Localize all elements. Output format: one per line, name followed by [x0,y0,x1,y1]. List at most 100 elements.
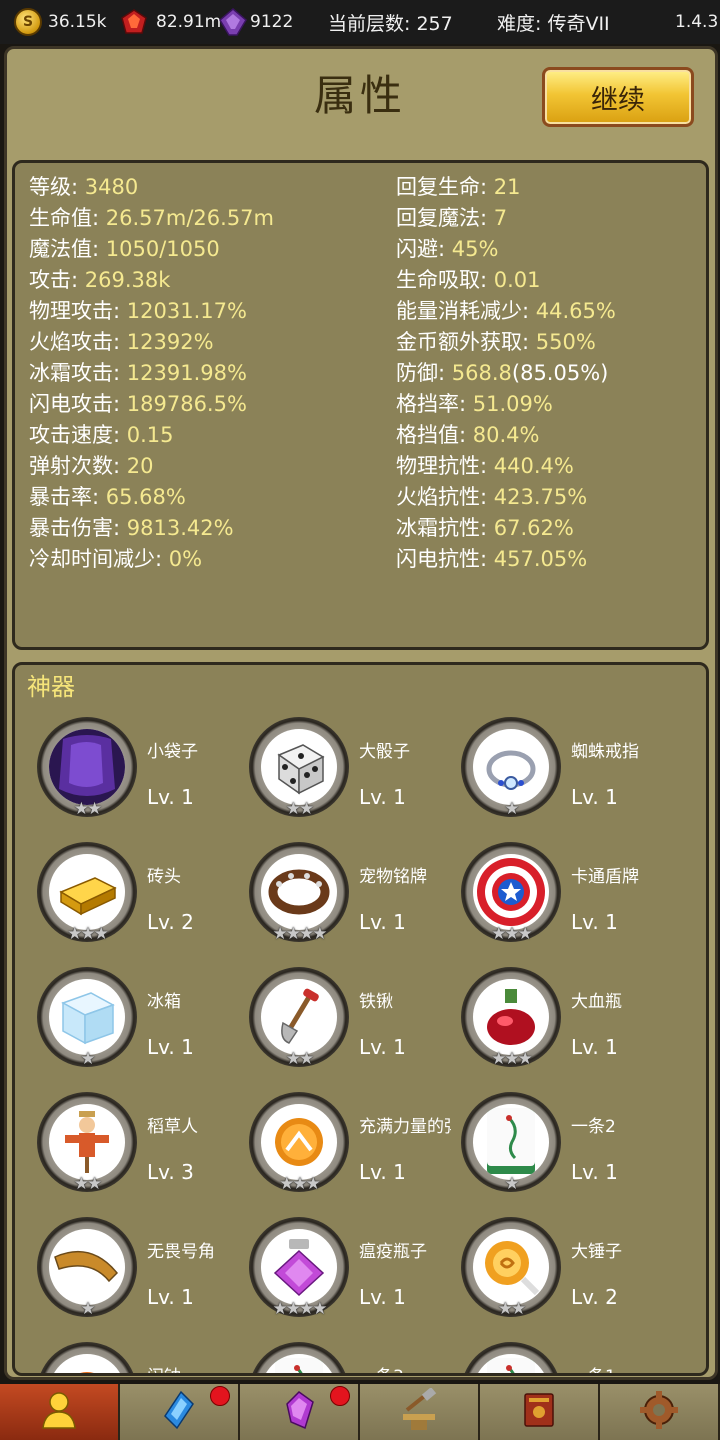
stat-row: 能量消耗减少: 44.65% [396,295,616,325]
anvil-icon [397,1387,441,1436]
stat-value: 12031.17% [126,299,247,323]
artifact-level: Lv. 1 [571,1160,618,1184]
gold-coin-icon: S [14,8,42,36]
hammer-icon [473,1229,549,1305]
notification-badge [210,1386,230,1406]
artifact-item[interactable]: ★★ 稻草人 Lv. 3 [15,1092,227,1202]
star-rating: ★ [80,1049,95,1069]
star-rating: ★★★ [491,924,533,944]
stat-extra: (85.05%) [511,361,609,385]
stat-value: 1050/1050 [105,237,220,261]
artifact-name: 闹钟 [147,1362,239,1373]
artifact-level: Lv. 1 [359,1285,406,1309]
stat-value: 189786.5% [126,392,247,416]
artifact-item[interactable]: ★★★★ 瘟疫瓶子 Lv. 1 [227,1217,439,1327]
artifact-name: 充满力量的弹 [359,1117,451,1137]
shovel-icon [261,979,337,1055]
stat-label: 闪电攻击: [29,392,127,416]
artifact-frame [37,1342,137,1373]
gold-brick-icon [49,854,125,930]
stat-row: 生命值: 26.57m/26.57m [29,202,274,232]
mahjong-tile-icon [473,1104,549,1180]
bottom-tab[interactable] [120,1384,240,1440]
stat-value: 12391.98% [126,361,247,385]
purple-bag-icon [49,729,125,805]
stat-label: 金币额外获取: [396,330,536,354]
stat-label: 暴击伤害: [29,516,127,540]
artifact-item[interactable]: ★★ 大锤子 Lv. 2 [439,1217,651,1327]
ring-icon [473,729,549,805]
artifact-name: 宠物铭牌 [359,867,427,887]
bottom-tab[interactable] [360,1384,480,1440]
shield-icon [473,854,549,930]
stat-row: 回复魔法: 7 [396,202,507,232]
stat-row: 闪电抗性: 457.05% [396,543,587,573]
artifact-name: 铁锹 [359,992,393,1012]
stat-value: 457.05% [493,547,588,571]
stat-row: 攻击: 269.38k [29,264,170,294]
artifact-level: Lv. 1 [571,1035,618,1059]
stat-value: 0.15 [126,423,174,447]
star-rating: ★★★ [67,924,109,944]
ice-cube-icon [49,979,125,1055]
artifact-level: Lv. 1 [571,785,618,809]
artifacts-title: 神器 [27,673,75,701]
artifact-item[interactable]: ★★ 大骰子 Lv. 1 [227,717,439,827]
stat-label: 攻击速度: [29,423,127,447]
artifact-item[interactable]: ★★ 小袋子 Lv. 1 [15,717,227,827]
artifact-name: 砖头 [147,867,181,887]
artifact-level: Lv. 1 [147,1035,194,1059]
book-icon [519,1390,559,1434]
artifact-item[interactable]: ★★★ 卡通盾牌 Lv. 1 [439,842,651,952]
star-rating: ★★ [73,1174,102,1194]
artifact-item[interactable]: ★ 一条2 Lv. 1 [439,1092,651,1202]
artifact-item[interactable]: ★ 蜘蛛戒指 Lv. 1 [439,717,651,827]
version-label: 1.4.3 [675,12,719,32]
stat-value: 67.62% [493,516,574,540]
artifact-level: Lv. 1 [359,1035,406,1059]
stat-label: 物理攻击: [29,299,127,323]
artifact-name: 卡通盾牌 [571,867,639,887]
gear-icon [639,1390,679,1434]
star-rating: ★ [80,1299,95,1319]
artifact-name: 大锤子 [571,1242,622,1262]
artifact-name: 无畏号角 [147,1242,215,1262]
artifact-item[interactable]: 一条3 [227,1342,439,1373]
potion-icon [473,979,549,1055]
artifact-item[interactable]: ★ 冰箱 Lv. 1 [15,967,227,1077]
stat-label: 弹射次数: [29,454,127,478]
stat-value: 3480 [84,175,139,199]
bottom-tab[interactable] [480,1384,600,1440]
stat-label: 火焰抗性: [396,485,494,509]
star-rating: ★★★★ [272,924,328,944]
continue-button[interactable]: 继续 [542,67,694,127]
stat-row: 火焰抗性: 423.75% [396,481,587,511]
artifact-item[interactable]: 一条1 [439,1342,651,1373]
stats-box: 等级: 3480 生命值: 26.57m/26.57m 魔法值: 1050/1050… [12,160,709,650]
artifact-item[interactable]: ★★★ 砖头 Lv. 2 [15,842,227,952]
stat-row: 生命吸取: 0.01 [396,264,541,294]
stat-row: 物理攻击: 12031.17% [29,295,247,325]
bottom-tab[interactable] [240,1384,360,1440]
top-resource-bar: S 36.15k 82.91m 9122 当前层数: 257 难度: 传奇VII… [0,0,720,44]
stat-value: 9813.42% [126,516,234,540]
character-icon [39,1390,79,1434]
artifact-name: 一条1 [571,1362,663,1373]
artifact-item[interactable]: 闹钟 [15,1342,227,1373]
stat-row: 防御: 568.8(85.05%) [396,357,608,387]
stat-label: 格挡值: [396,423,473,447]
artifact-item[interactable]: ★★★★ 宠物铭牌 Lv. 1 [227,842,439,952]
stat-value: 550% [535,330,596,354]
artifact-item[interactable]: ★ 无畏号角 Lv. 1 [15,1217,227,1327]
dice-icon [261,729,337,805]
artifact-item[interactable]: ★★ 铁锹 Lv. 1 [227,967,439,1077]
bottom-tab[interactable] [600,1384,720,1440]
artifact-item[interactable]: ★★★ 充满力量的弹 Lv. 1 [227,1092,451,1202]
gem-amount: 9122 [250,12,294,32]
stat-value: 26.57m/26.57m [105,206,274,230]
ruby-amount: 82.91m [156,12,222,32]
stat-value: 0% [168,547,203,571]
bottom-tab[interactable] [0,1384,120,1440]
stat-label: 暴击率: [29,485,106,509]
artifact-item[interactable]: ★★★ 大血瓶 Lv. 1 [439,967,651,1077]
